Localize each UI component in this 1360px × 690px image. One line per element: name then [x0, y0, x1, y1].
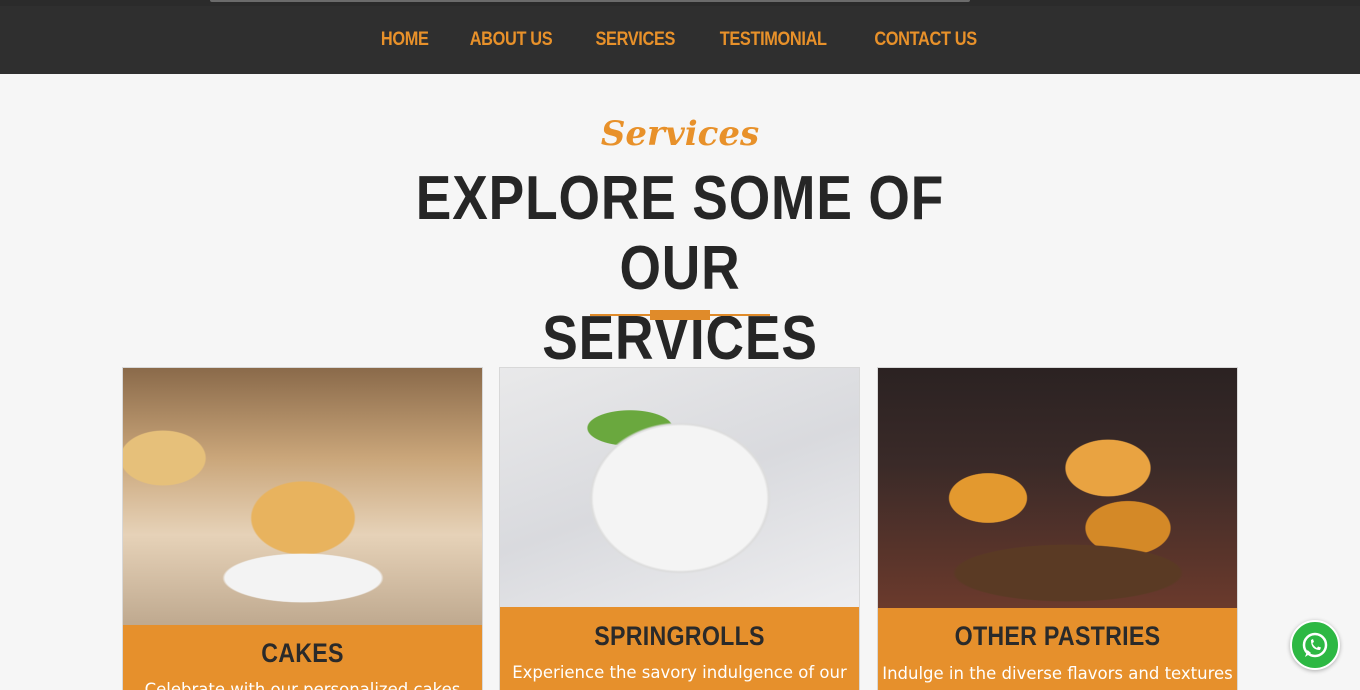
service-card-other-pastries[interactable]: OTHER PASTRIES Indulge in the diverse fl…	[877, 367, 1238, 690]
springrolls-photo	[500, 368, 859, 607]
divider-block	[650, 310, 710, 320]
card-title: CAKES	[261, 638, 344, 668]
main-nav: HOME ABOUT US SERVICES TESTIMONIAL CONTA…	[0, 6, 1360, 74]
services-section: Services EXPLORE SOME OF OUR SERVICES CA…	[0, 74, 1360, 690]
card-text: Experience the savory indulgence of our	[512, 663, 847, 682]
heading-divider	[590, 310, 770, 320]
service-card-cakes[interactable]: CAKES Celebrate with our personalized ca…	[122, 367, 483, 690]
cake-photo	[123, 368, 482, 625]
nav-home[interactable]: HOME	[381, 29, 429, 51]
top-scroll-bar	[210, 0, 970, 2]
heading-line-1: EXPLORE SOME OF OUR	[415, 164, 945, 303]
section-script-title: Services	[600, 114, 760, 154]
nav-about-us[interactable]: ABOUT US	[469, 29, 552, 51]
section-heading: EXPLORE SOME OF OUR SERVICES	[379, 164, 981, 374]
pastries-photo	[878, 368, 1237, 608]
card-title: SPRINGROLLS	[594, 621, 765, 651]
nav-testimonial[interactable]: TESTIMONIAL	[720, 29, 827, 51]
whatsapp-button[interactable]	[1290, 620, 1340, 670]
nav-services[interactable]: SERVICES	[595, 29, 675, 51]
card-text: Celebrate with our personalized cakes	[144, 680, 461, 690]
card-title: OTHER PASTRIES	[954, 621, 1161, 651]
whatsapp-icon	[1302, 632, 1328, 658]
card-text: Indulge in the diverse flavors and textu…	[882, 664, 1233, 683]
nav-contact-us[interactable]: CONTACT US	[874, 29, 977, 51]
service-card-springrolls[interactable]: SPRINGROLLS Experience the savory indulg…	[499, 367, 860, 690]
